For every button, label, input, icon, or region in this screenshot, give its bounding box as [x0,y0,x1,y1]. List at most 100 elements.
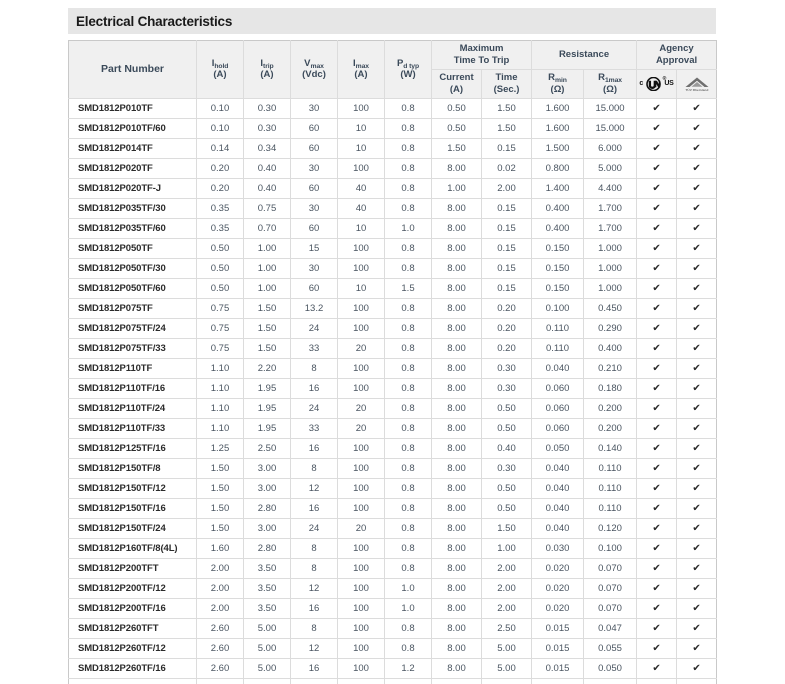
cell-ul-approval: ✔ [636,398,678,419]
header-row-group: Part Number Ihold (A) Itrip (A) Vmax (Vd… [68,40,717,99]
cell-ul-approval: ✔ [636,618,678,639]
cell-part-number: SMD1812P110TF/24 [68,398,197,419]
cell-r-1max: 0.200 [583,418,638,439]
cell-r-min: 1.400 [531,178,585,199]
check-icon: ✔ [692,642,701,654]
col-header-tuv-approval: TÜV Rheinland [676,69,717,99]
cell-trip-time: 0.15 [481,138,533,159]
cell-v-max: 8 [290,538,338,559]
cell-r-1max: 0.200 [583,398,638,419]
cell-r-1max: 6.000 [583,138,638,159]
cell-v-max: 16 [290,658,338,679]
cell-r-1max: 15.000 [583,98,638,119]
table-row: SMD1812P110TF/16 1.10 1.95 16 100 0.8 8.00 0.30… [68,378,717,399]
cell-i-trip: 3.50 [243,578,291,599]
cell-pd-typ: 1.0 [384,218,432,239]
check-icon: ✔ [652,602,661,614]
cell-i-hold: 0.20 [196,158,244,179]
cell-ul-approval: ✔ [636,258,678,279]
cell-r-1max: 4.400 [583,178,638,199]
cell-i-hold: 2.60 [196,658,244,679]
max-time-to-trip-line1: Maximum [459,43,504,54]
cell-v-max: 24 [290,398,338,419]
cell-v-max: 24 [290,518,338,539]
i-hold-subscript: hold [214,62,229,70]
check-icon: ✔ [652,562,661,574]
cell-pd-typ: 0.8 [384,538,432,559]
cell-part-number: SMD1812P035TF/30 [68,198,197,219]
check-icon: ✔ [692,622,701,634]
check-icon: ✔ [652,142,661,154]
cell-r-min: 0.150 [531,278,585,299]
cell-i-max: 20 [337,338,385,359]
cell-v-max: 30 [290,198,338,219]
cell-i-hold: 2.00 [196,578,244,599]
table-row: SMD1812P150TF/8 1.50 3.00 8 100 0.8 8.00 0.30 0.… [68,458,717,479]
v-max-subscript: max [310,62,324,70]
cell-i-trip: 1.50 [243,318,291,339]
cell-trip-current: 1.50 [431,138,482,159]
col-header-v-max: Vmax (Vdc) [290,40,338,99]
col-header-ul-approval: c ® US [636,69,678,99]
table-row: SMD1812P110TF/24 1.10 1.95 24 20 0.8 8.00 0.50 0… [68,398,717,419]
cell-r-min: 0.100 [531,298,585,319]
cell-r-1max: 15.000 [583,118,638,139]
cell-tuv-approval: ✔ [676,158,717,179]
cell-trip-time: 4.00 [481,678,533,684]
cell-r-1max: 0.070 [583,578,638,599]
cell-pd-typ: 0.8 [384,178,432,199]
cell-i-hold: 1.10 [196,418,244,439]
cell-part-number: SMD1812P010TF [68,98,197,119]
cell-r-1max: 0.120 [583,518,638,539]
cell-i-hold: 1.10 [196,358,244,379]
cell-i-trip: 5.00 [243,638,291,659]
check-icon: ✔ [652,202,661,214]
cell-i-trip: 3.00 [243,478,291,499]
cell-trip-time: 2.00 [481,578,533,599]
cell-i-trip: 2.80 [243,498,291,519]
cell-part-number: SMD1812P200TF/16 [68,598,197,619]
cell-trip-time: 0.15 [481,238,533,259]
cell-trip-current: 8.00 [431,358,482,379]
table-row: SMD1812P110TF 1.10 2.20 8 100 0.8 8.00 0.30 0.04… [68,358,717,379]
section-header-bar: Electrical Characteristics [68,8,716,34]
registered-mark-icon: ® [662,75,667,82]
check-icon: ✔ [692,142,701,154]
cell-v-max: 16 [290,598,338,619]
check-icon: ✔ [652,642,661,654]
cell-tuv-approval: ✔ [676,578,717,599]
check-icon: ✔ [692,262,701,274]
table-row: SMD1812P010TF/60 0.10 0.30 60 10 0.8 0.50 1.50 1… [68,118,717,139]
cell-v-max: 16 [290,438,338,459]
cell-i-max: 100 [337,158,385,179]
cell-trip-time: 0.20 [481,338,533,359]
cell-r-1max: 0.100 [583,538,638,559]
cell-ul-approval: ✔ [636,678,678,684]
check-icon: ✔ [652,262,661,274]
cell-pd-typ: 0.8 [384,98,432,119]
cell-r-min: 0.150 [531,238,585,259]
cell-ul-approval: ✔ [636,338,678,359]
cell-r-1max: 1.000 [583,258,638,279]
cell-i-trip: 1.50 [243,298,291,319]
cell-pd-typ: 1.0 [384,578,432,599]
cell-i-max: 100 [337,298,385,319]
col-header-r-min: Rmin (Ω) [531,69,585,99]
cell-part-number: SMD1812P160TF/8(4L) [68,538,197,559]
cell-pd-typ: 0.8 [384,338,432,359]
cell-ul-approval: ✔ [636,418,678,439]
cell-trip-current: 8.00 [431,558,482,579]
cell-i-max: 100 [337,578,385,599]
table-row: SMD1812P260TF/16 2.60 5.00 16 100 1.2 8.00 5.00… [68,658,717,679]
cell-part-number: SMD1812P110TF [68,358,197,379]
cell-part-number: SMD1812P260TFT [68,618,197,639]
cell-trip-time: 2.00 [481,178,533,199]
check-icon: ✔ [692,402,701,414]
cell-v-max: 16 [290,498,338,519]
table-row: SMD1812P050TF/30 0.50 1.00 30 100 0.8 8.00 0.15… [68,258,717,279]
cell-trip-time: 0.15 [481,278,533,299]
cell-i-hold: 0.35 [196,198,244,219]
table-row: SMD1812P200TF/12 2.00 3.50 12 100 1.0 8.00 2.00… [68,578,717,599]
cell-ul-approval: ✔ [636,538,678,559]
table-row: SMD1812P260TF/12 2.60 5.00 12 100 0.8 8.00 5.00… [68,638,717,659]
